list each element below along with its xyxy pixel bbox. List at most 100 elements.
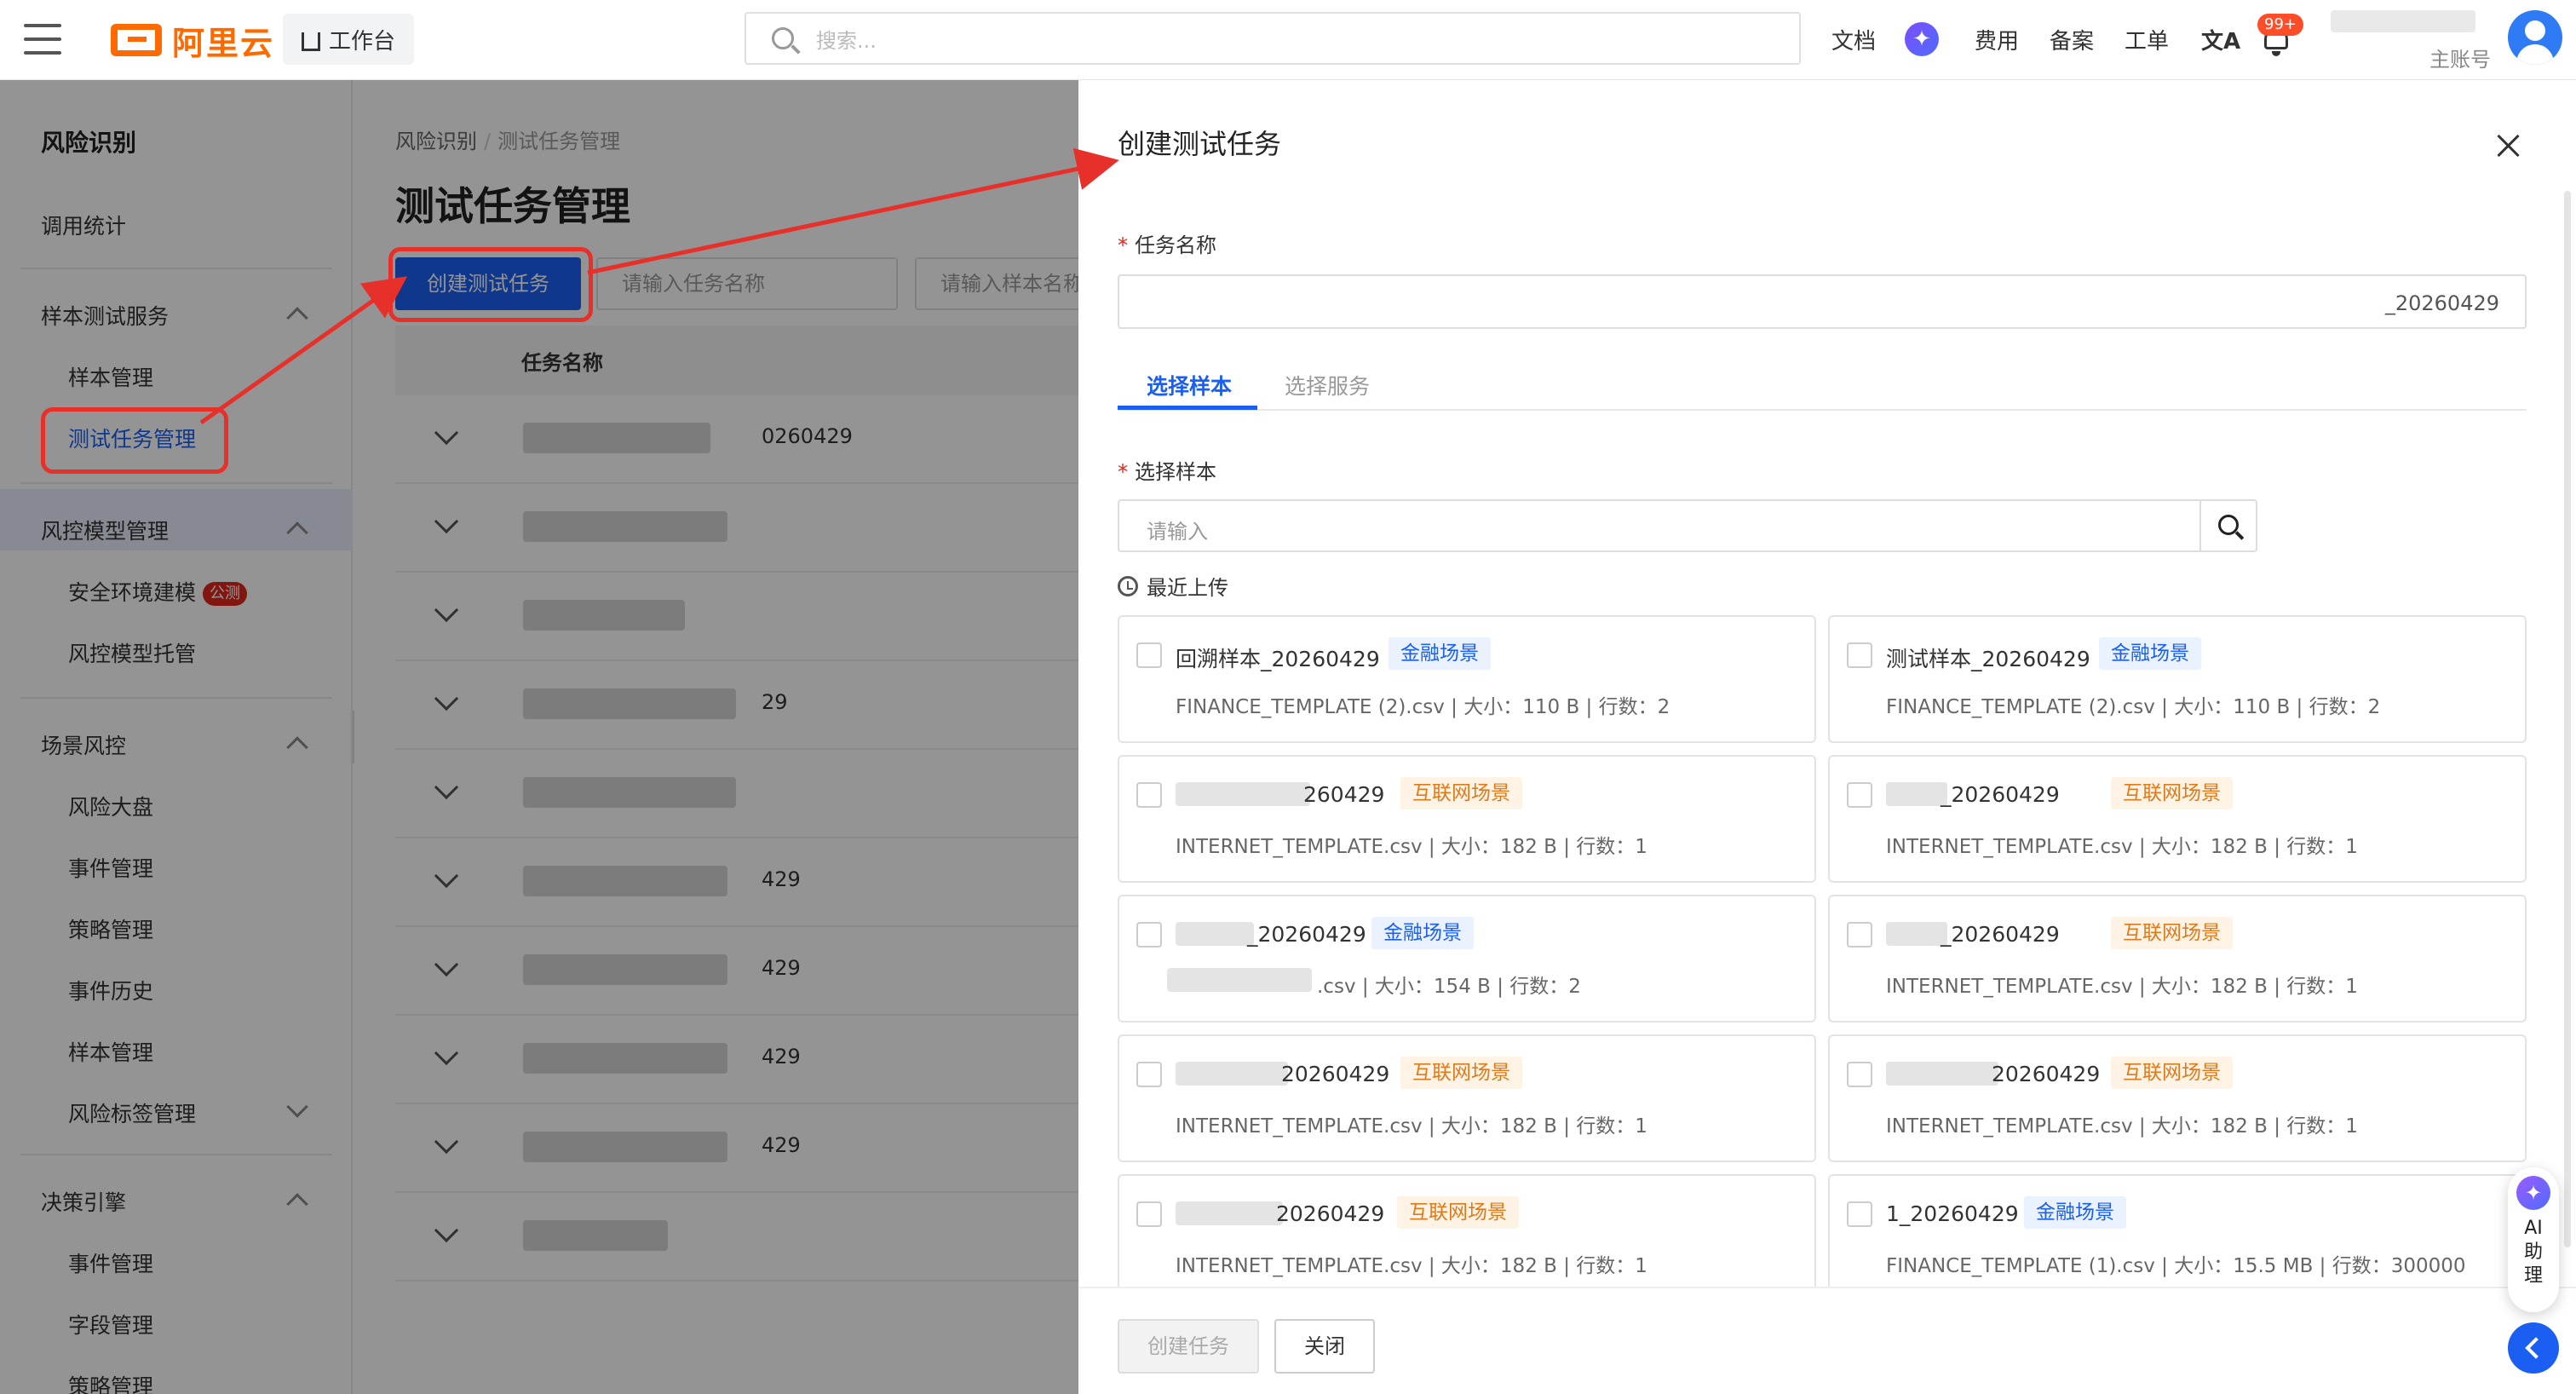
ai-star-icon[interactable]: ✦: [1905, 22, 1939, 56]
sample-card[interactable]: 260429 互联网场景 INTERNET_TEMPLATE.csv | 大小：18…: [1118, 755, 1816, 883]
scene-tag: 金融场景: [1389, 637, 1491, 670]
sample-checkbox[interactable]: [1136, 922, 1162, 948]
scene-tag: 互联网场景: [1400, 777, 1522, 809]
sample-name-blurred: [1176, 782, 1310, 806]
clock-icon: [1118, 575, 1138, 596]
sample-file-meta: INTERNET_TEMPLATE.csv | 大小：182 B | 行数：1: [1886, 1115, 2358, 1138]
sample-name: _20260429: [1941, 922, 2060, 947]
sample-card[interactable]: _20260429 互联网场景 INTERNET_TEMPLATE.csv | 大小…: [1828, 895, 2527, 1022]
task-name-value: _20260429: [2384, 291, 2499, 315]
scene-tag: 互联网场景: [1397, 1196, 1519, 1229]
scene-tag: 互联网场景: [2111, 777, 2233, 809]
sample-file-meta: INTERNET_TEMPLATE.csv | 大小：182 B | 行数：1: [1176, 836, 1647, 858]
sample-checkbox[interactable]: [1847, 642, 1872, 668]
drawer-footer: 创建任务 关闭: [1078, 1287, 2576, 1394]
sample-card[interactable]: 20260429 互联网场景 INTERNET_TEMPLATE.csv | 大小：…: [1828, 1034, 2527, 1162]
sample-file-meta: INTERNET_TEMPLATE.csv | 大小：182 B | 行数：1: [1886, 836, 2358, 858]
workbench-label: 工作台: [329, 28, 396, 55]
sample-name: 20260429: [1276, 1201, 1385, 1226]
sample-file-meta: FINANCE_TEMPLATE (1).csv | 大小：15.5 MB | …: [1886, 1255, 2466, 1277]
aliyun-logo[interactable]: 阿里云: [111, 19, 275, 62]
workbench-button[interactable]: 工作台: [283, 14, 415, 65]
sample-search-button[interactable]: [2199, 499, 2257, 552]
sample-card[interactable]: 20260429 互联网场景 INTERNET_TEMPLATE.csv | 大小：…: [1118, 1174, 1816, 1302]
sample-name-blurred: [1176, 1062, 1288, 1086]
home-icon: [302, 32, 320, 51]
sample-checkbox[interactable]: [1847, 922, 1872, 948]
scene-tag: 金融场景: [1371, 917, 1474, 949]
sample-file-meta: INTERNET_TEMPLATE.csv | 大小：182 B | 行数：1: [1176, 1115, 1647, 1138]
tab-active-indicator: [1118, 406, 1257, 410]
menu-icon[interactable]: [24, 24, 61, 55]
sample-card[interactable]: 1_20260429 金融场景 FINANCE_TEMPLATE (1).csv |…: [1828, 1174, 2527, 1302]
sample-checkbox[interactable]: [1136, 642, 1162, 668]
sample-name: 1_20260429: [1886, 1201, 2019, 1226]
search-icon: [2218, 515, 2239, 535]
modal-overlay[interactable]: [0, 80, 1078, 1394]
sample-name-blurred: [1176, 1201, 1283, 1225]
sample-name: 测试样本_20260429: [1886, 647, 2090, 671]
avatar[interactable]: [2508, 10, 2562, 65]
sample-file-meta: INTERNET_TEMPLATE.csv | 大小：182 B | 行数：1: [1886, 976, 2358, 998]
scene-tag: 互联网场景: [2111, 1057, 2233, 1089]
notification-badge: 99+: [2257, 14, 2303, 36]
recent-uploads-label: 最近上传: [1118, 571, 1228, 601]
sample-checkbox[interactable]: [1136, 1201, 1162, 1227]
ai-assistant-float[interactable]: ✦ AI 助理: [2508, 1167, 2559, 1312]
account-type-label: 主账号: [2429, 48, 2491, 72]
file-name-blurred: [1167, 968, 1312, 992]
search-icon: [772, 27, 794, 49]
task-name-label: * 任务名称: [1118, 233, 1216, 257]
sample-name-blurred: [1886, 922, 1947, 946]
sample-name-blurred: [1176, 922, 1254, 946]
docs-link[interactable]: 文档: [1831, 24, 1876, 55]
sample-card[interactable]: 测试样本_20260429 金融场景 FINANCE_TEMPLATE (2).cs…: [1828, 615, 2527, 743]
sample-checkbox[interactable]: [1136, 782, 1162, 808]
sample-name: _20260429: [1941, 782, 2060, 807]
sample-file-meta: FINANCE_TEMPLATE (2).csv | 大小：110 B | 行数…: [1886, 696, 2381, 718]
sample-name: _20260429: [1247, 922, 1366, 947]
scene-tag: 金融场景: [2024, 1196, 2126, 1229]
select-sample-label: * 选择样本: [1118, 460, 1216, 484]
create-task-button[interactable]: 创建任务: [1118, 1319, 1259, 1374]
drawer-scrollbar[interactable]: [2564, 191, 2571, 1247]
sample-checkbox[interactable]: [1847, 782, 1872, 808]
top-bar: 阿里云 工作台 搜索... 文档 ✦ 费用 备案 工单 文A 99+ 主账号: [0, 0, 2576, 80]
scene-tag: 互联网场景: [1400, 1057, 1522, 1089]
drawer-title: 创建测试任务: [1118, 128, 1282, 160]
sample-name-blurred: [1886, 782, 1947, 806]
translate-icon[interactable]: 文A: [2201, 24, 2240, 55]
logo-mark-icon: [111, 24, 162, 56]
scene-tag: 金融场景: [2099, 637, 2201, 670]
task-name-input[interactable]: _20260429: [1118, 274, 2527, 329]
filing-link[interactable]: 备案: [2050, 24, 2094, 55]
sample-checkbox[interactable]: [1847, 1062, 1872, 1087]
sample-checkbox[interactable]: [1136, 1062, 1162, 1087]
scene-tag: 互联网场景: [2111, 917, 2233, 949]
sample-card[interactable]: _20260429 金融场景 .csv | 大小：154 B | 行数：2: [1118, 895, 1816, 1022]
global-search-input[interactable]: 搜索...: [745, 12, 1801, 65]
ai-orb-icon: ✦: [2516, 1176, 2550, 1210]
search-placeholder: 搜索...: [816, 28, 877, 53]
sample-checkbox[interactable]: [1847, 1201, 1872, 1227]
close-icon[interactable]: [2496, 133, 2521, 158]
sample-name: 260429: [1303, 782, 1385, 807]
sample-search-placeholder: 请输入: [1147, 520, 1208, 544]
logo-text: 阿里云: [172, 24, 275, 62]
sample-card[interactable]: _20260429 互联网场景 INTERNET_TEMPLATE.csv | 大小…: [1828, 755, 2527, 883]
sample-name-blurred: [1886, 1062, 1998, 1086]
sample-card[interactable]: 20260429 互联网场景 INTERNET_TEMPLATE.csv | 大小：…: [1118, 1034, 1816, 1162]
sample-name: 回溯样本_20260429: [1176, 647, 1380, 671]
sample-file-meta: INTERNET_TEMPLATE.csv | 大小：182 B | 行数：1: [1176, 1255, 1647, 1277]
close-button[interactable]: 关闭: [1274, 1319, 1375, 1374]
collapse-float-button[interactable]: [2508, 1322, 2559, 1374]
tab-select-sample[interactable]: 选择样本: [1147, 370, 1232, 400]
drawer-tabs: 选择样本 选择服务: [1118, 361, 2527, 411]
sample-card[interactable]: 回溯样本_20260429 金融场景 FINANCE_TEMPLATE (2).cs…: [1118, 615, 1816, 743]
billing-link[interactable]: 费用: [1975, 24, 2019, 55]
tab-select-service[interactable]: 选择服务: [1285, 370, 1370, 400]
ticket-link[interactable]: 工单: [2125, 24, 2169, 55]
ai-assistant-label: AI 助理: [2523, 1218, 2543, 1287]
sample-search-input[interactable]: 请输入: [1118, 499, 2201, 552]
create-task-drawer: 创建测试任务 * 任务名称 _20260429 选择样本 选择服务 * 选择样本 请…: [1078, 80, 2576, 1394]
